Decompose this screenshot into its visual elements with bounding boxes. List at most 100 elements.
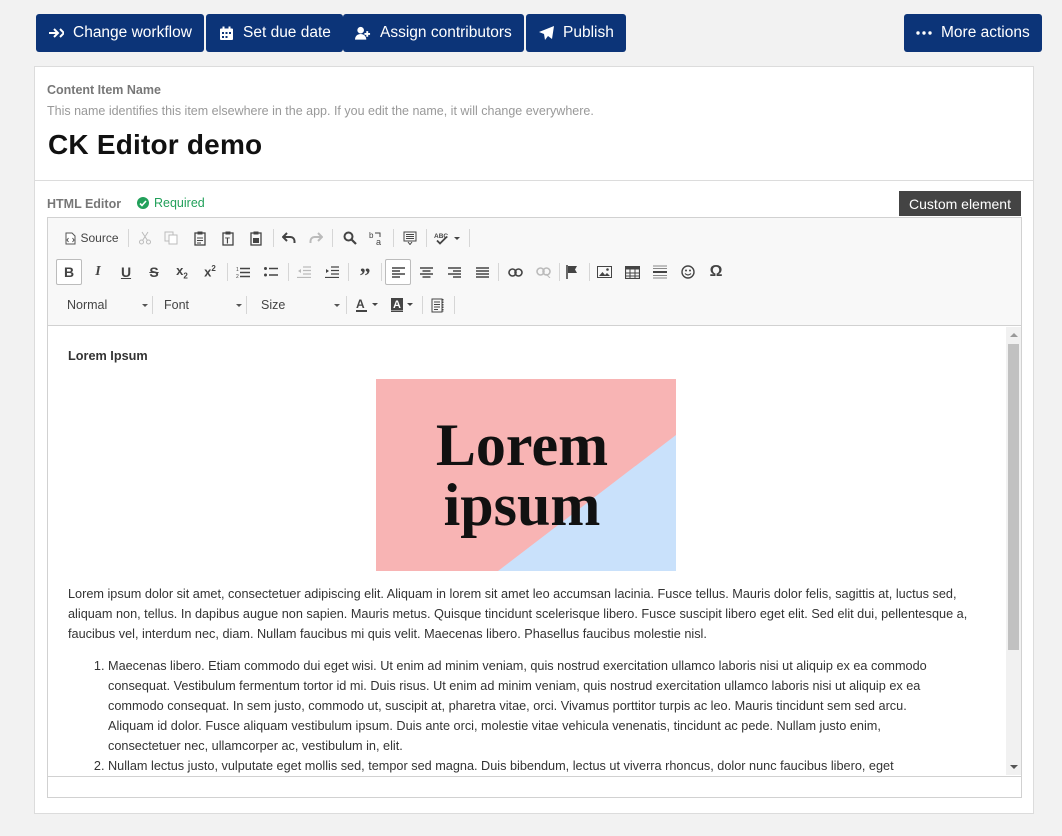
spellcheck-button[interactable]: ABC bbox=[431, 226, 465, 250]
outdent-icon bbox=[297, 266, 311, 278]
link-button[interactable] bbox=[504, 260, 526, 284]
numbered-list-button[interactable]: 12 bbox=[232, 260, 254, 284]
paste-word-button[interactable] bbox=[245, 226, 267, 250]
assign-contributors-button[interactable]: Assign contributors bbox=[343, 14, 524, 52]
cut-button[interactable] bbox=[134, 226, 156, 250]
unlink-icon bbox=[535, 267, 551, 278]
paste-text-button[interactable]: T bbox=[217, 226, 239, 250]
source-button[interactable]: Source bbox=[60, 226, 124, 250]
content-item-name-section: Content Item Name This name identifies t… bbox=[35, 67, 1033, 181]
table-button[interactable] bbox=[621, 260, 643, 284]
content-heading: Lorem Ipsum bbox=[68, 349, 148, 363]
content-item-name-input[interactable]: CK Editor demo bbox=[48, 129, 262, 161]
image-button[interactable] bbox=[593, 260, 615, 284]
blockquote-button[interactable]: ” bbox=[354, 260, 376, 288]
paste-button[interactable] bbox=[189, 226, 211, 250]
set-due-date-button[interactable]: Set due date bbox=[206, 14, 343, 52]
unlink-button[interactable] bbox=[532, 260, 554, 284]
outdent-button[interactable] bbox=[293, 260, 315, 284]
format-select[interactable]: Normal bbox=[62, 294, 148, 316]
underline-button[interactable]: U bbox=[115, 260, 137, 284]
svg-text:2: 2 bbox=[236, 274, 239, 279]
strikethrough-icon: S bbox=[149, 264, 159, 280]
horizontal-line-button[interactable] bbox=[649, 260, 671, 284]
chevron-down-icon bbox=[142, 303, 148, 307]
redo-button[interactable] bbox=[305, 226, 327, 250]
align-right-button[interactable] bbox=[443, 260, 465, 284]
size-select[interactable]: Size bbox=[254, 294, 340, 316]
font-select[interactable]: Font bbox=[158, 294, 242, 316]
user-plus-icon bbox=[355, 25, 371, 41]
source-icon bbox=[65, 232, 76, 244]
superscript-icon: x2 bbox=[204, 264, 216, 280]
bold-icon: B bbox=[63, 264, 75, 280]
subscript-button[interactable]: x2 bbox=[171, 260, 193, 284]
background-color-icon: A bbox=[391, 298, 413, 312]
lorem-ipsum-image[interactable]: Lorem ipsum bbox=[376, 379, 676, 571]
more-actions-button[interactable]: More actions bbox=[904, 14, 1042, 52]
publish-button[interactable]: Publish bbox=[526, 14, 626, 52]
svg-text:1: 1 bbox=[236, 267, 239, 273]
anchor-button[interactable] bbox=[561, 260, 583, 284]
copy-button[interactable] bbox=[160, 226, 182, 250]
calendar-icon bbox=[218, 25, 234, 41]
replace-icon: ba bbox=[369, 231, 381, 246]
numbered-list-icon: 12 bbox=[236, 267, 250, 279]
clipboard-icon bbox=[194, 231, 206, 246]
list-item: Maecenas libero. Etiam commodo dui eget … bbox=[108, 656, 928, 756]
size-value: Size bbox=[261, 298, 286, 312]
text-color-icon: A bbox=[356, 297, 378, 312]
paper-plane-icon bbox=[538, 25, 554, 41]
superscript-button[interactable]: x2 bbox=[199, 260, 221, 284]
align-right-icon bbox=[447, 266, 461, 278]
svg-text:A: A bbox=[356, 297, 365, 311]
scroll-down-arrow-icon[interactable] bbox=[1010, 765, 1018, 769]
justify-button[interactable] bbox=[471, 260, 493, 284]
italic-icon: I bbox=[95, 264, 101, 279]
replace-button[interactable]: ba bbox=[366, 226, 388, 250]
set-due-date-label: Set due date bbox=[243, 24, 331, 41]
scroll-up-arrow-icon[interactable] bbox=[1010, 333, 1018, 337]
html-editor-label: HTML Editor bbox=[47, 197, 122, 211]
search-icon bbox=[343, 231, 357, 245]
scrollbar-thumb[interactable] bbox=[1008, 344, 1019, 650]
strikethrough-button[interactable]: S bbox=[143, 260, 165, 284]
chevron-down-icon bbox=[334, 303, 340, 307]
bulleted-list-button[interactable] bbox=[260, 260, 282, 284]
editor-scrollbar[interactable] bbox=[1006, 327, 1021, 775]
bold-button[interactable]: B bbox=[56, 259, 82, 285]
publish-label: Publish bbox=[563, 24, 614, 41]
flag-icon bbox=[566, 265, 577, 279]
show-blocks-icon bbox=[431, 298, 444, 312]
special-char-button[interactable]: Ω bbox=[705, 260, 727, 284]
smiley-icon bbox=[681, 265, 695, 279]
content-item-name-help: This name identifies this item elsewhere… bbox=[47, 104, 594, 118]
italic-button[interactable]: I bbox=[87, 260, 109, 284]
text-color-button[interactable]: A bbox=[353, 293, 383, 317]
svg-text:T: T bbox=[225, 236, 230, 245]
editor-toolbar: Source T b a ABC B I U S x2 x2 1 2 ” Ω N… bbox=[48, 218, 1021, 326]
show-blocks-button[interactable] bbox=[427, 293, 449, 317]
editor-content[interactable]: Lorem Ipsum Lorem ipsum Lorem ipsum dolo… bbox=[48, 327, 1005, 775]
source-label: Source bbox=[80, 231, 119, 245]
arrow-right-icon bbox=[48, 25, 64, 41]
smiley-button[interactable] bbox=[677, 260, 699, 284]
custom-element-tag: Custom element bbox=[899, 191, 1021, 216]
change-workflow-button[interactable]: Change workflow bbox=[36, 14, 204, 52]
align-center-button[interactable] bbox=[415, 260, 437, 284]
undo-icon bbox=[282, 232, 296, 243]
svg-text:A: A bbox=[393, 299, 401, 311]
select-all-button[interactable] bbox=[399, 226, 421, 250]
quote-icon: ” bbox=[359, 263, 371, 288]
format-value: Normal bbox=[67, 298, 108, 312]
undo-button[interactable] bbox=[278, 226, 300, 250]
svg-text:a: a bbox=[376, 237, 381, 246]
align-left-button[interactable] bbox=[385, 259, 411, 285]
find-button[interactable] bbox=[339, 226, 361, 250]
image-text-line-2: ipsum bbox=[444, 472, 601, 538]
underline-icon: U bbox=[120, 264, 132, 280]
font-value: Font bbox=[164, 298, 190, 312]
indent-button[interactable] bbox=[321, 260, 343, 284]
content-paragraph: Lorem ipsum dolor sit amet, consectetuer… bbox=[68, 587, 968, 641]
background-color-button[interactable]: A bbox=[388, 293, 418, 317]
